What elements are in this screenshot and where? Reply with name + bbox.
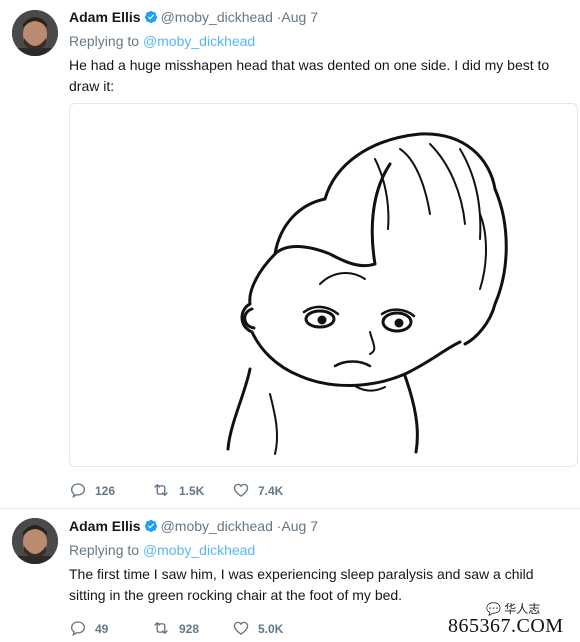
avatar[interactable]	[12, 518, 58, 564]
child-head-drawing	[226, 132, 508, 455]
replying-to-label: Replying to	[69, 33, 140, 49]
author-name[interactable]: Adam Ellis	[69, 9, 141, 25]
author-handle[interactable]: @moby_dickhead	[161, 9, 273, 25]
avatar[interactable]	[12, 10, 58, 56]
author-name[interactable]: Adam Ellis	[69, 518, 141, 534]
reply-count: 49	[95, 622, 109, 636]
watermark-site: 865367.COM	[448, 615, 564, 637]
wechat-icon: 💬	[486, 602, 501, 616]
tweet-timestamp[interactable]: ·Aug 7	[277, 9, 318, 25]
like-button[interactable]: 5.0K	[232, 619, 283, 637]
reply-icon	[70, 483, 86, 499]
reply-icon	[70, 621, 86, 637]
tweet-media-image[interactable]	[69, 103, 578, 467]
verified-badge-icon	[144, 10, 158, 27]
retweet-count: 1.5K	[179, 484, 205, 498]
replying-to-label: Replying to	[69, 542, 140, 558]
tweet-header: Adam Ellis @moby_dickhead ·Aug 7	[69, 518, 318, 536]
retweet-button[interactable]: 1.5K	[151, 481, 204, 499]
reply-button[interactable]: 126	[69, 481, 115, 499]
reply-count: 126	[95, 484, 116, 498]
retweet-icon	[154, 622, 168, 634]
retweet-icon	[154, 484, 168, 496]
replying-to: Replying to @moby_dickhead	[69, 542, 255, 558]
reply-mention-link[interactable]: @moby_dickhead	[143, 33, 255, 49]
tweet-text: He had a huge misshapen head that was de…	[69, 57, 550, 94]
tweet[interactable]: Adam Ellis @moby_dickhead ·Aug 7 Replying…	[0, 0, 580, 509]
verified-badge-icon	[144, 519, 158, 536]
reply-mention-link[interactable]: @moby_dickhead	[143, 542, 255, 558]
retweet-count: 928	[179, 622, 200, 636]
author-handle[interactable]: @moby_dickhead	[161, 518, 273, 534]
avatar-image	[12, 10, 58, 56]
replying-to: Replying to @moby_dickhead	[69, 33, 255, 49]
tweet-timestamp[interactable]: ·Aug 7	[277, 518, 318, 534]
retweet-button[interactable]: 928	[151, 619, 199, 637]
like-icon	[233, 483, 249, 497]
tweet-header: Adam Ellis @moby_dickhead ·Aug 7	[69, 9, 318, 27]
reply-button[interactable]: 49	[69, 619, 108, 637]
like-button[interactable]: 7.4K	[232, 481, 283, 499]
like-icon	[233, 621, 249, 635]
like-count: 5.0K	[258, 622, 284, 636]
watermark-logo-text: 华人志	[504, 602, 541, 616]
avatar-image	[12, 518, 58, 564]
like-count: 7.4K	[258, 484, 284, 498]
